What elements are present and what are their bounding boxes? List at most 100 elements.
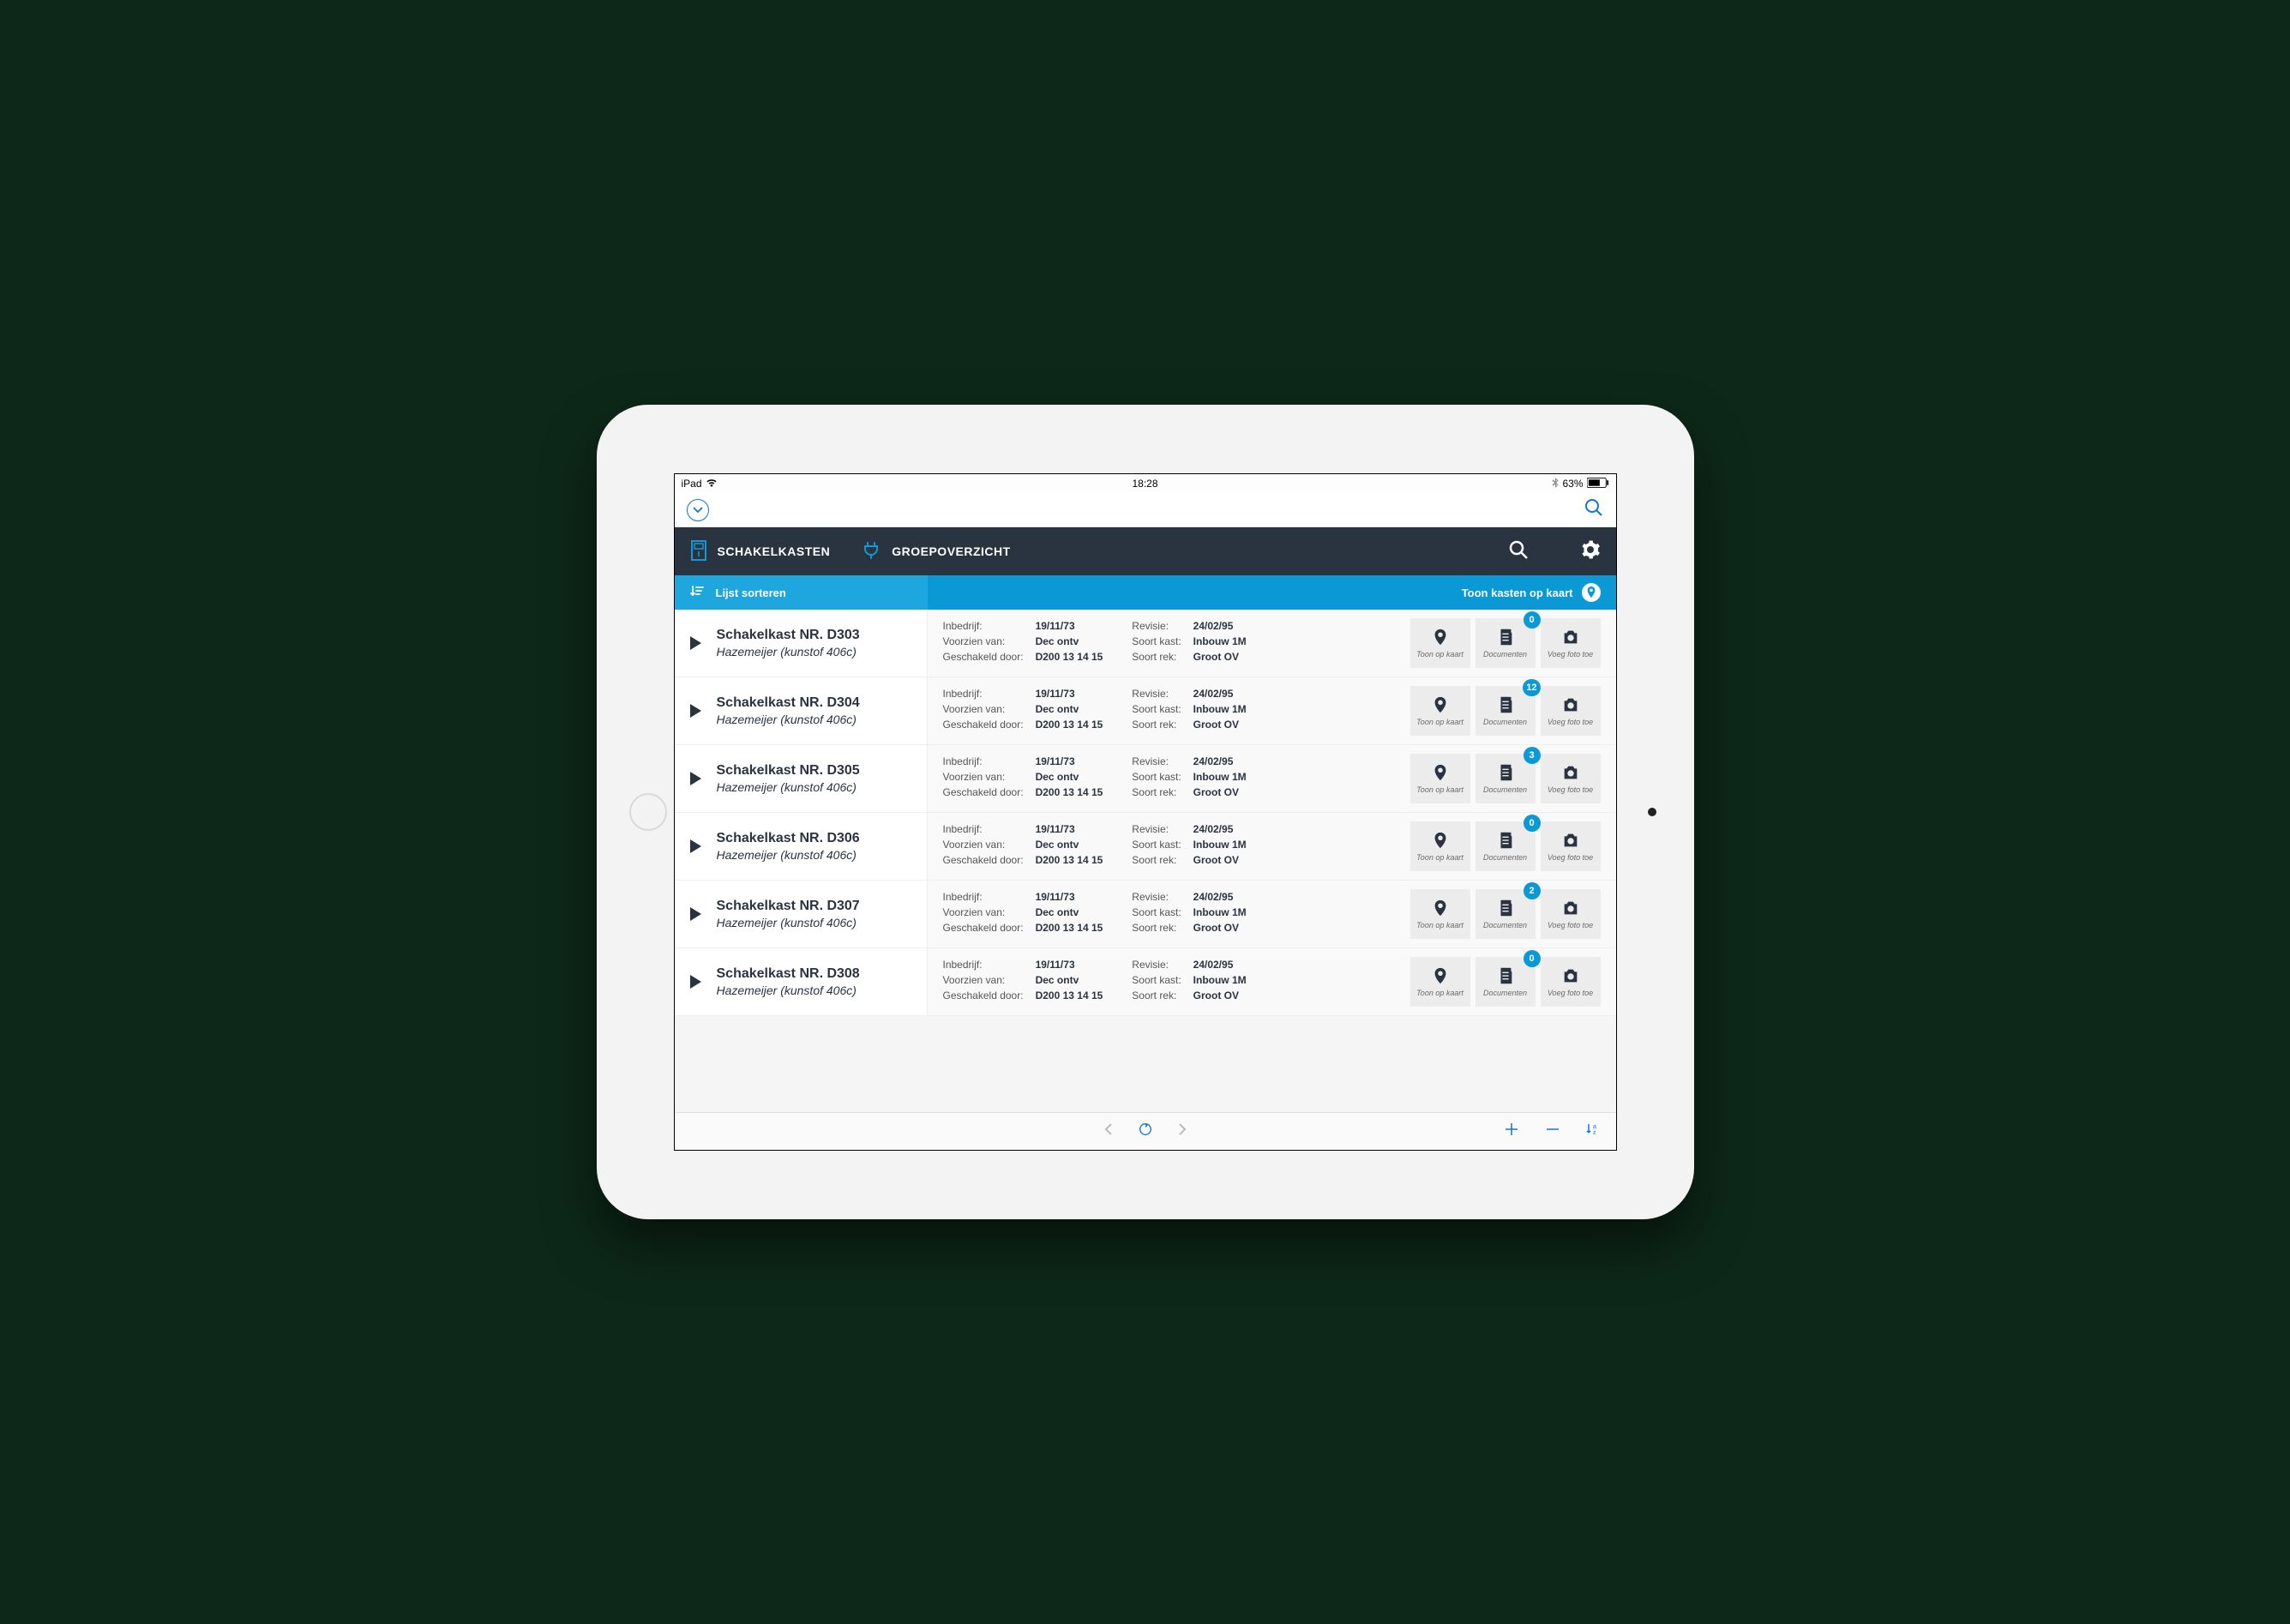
row-expand[interactable]: Schakelkast NR. D308 Hazemeijer (kunstof…: [675, 948, 928, 1015]
row-expand[interactable]: Schakelkast NR. D303 Hazemeijer (kunstof…: [675, 610, 928, 677]
header-search-button[interactable]: [1508, 539, 1529, 564]
label-inbedrijf: Inbedrijf:: [943, 620, 1024, 632]
play-icon: [690, 636, 701, 650]
label-geschakeld: Geschakeld door:: [943, 854, 1024, 866]
list-item: Schakelkast NR. D308 Hazemeijer (kunstof…: [675, 948, 1616, 1016]
play-icon: [690, 772, 701, 785]
tab-schakelkasten[interactable]: SCHAKELKASTEN: [690, 540, 831, 563]
sort-button[interactable]: Lijst sorteren: [675, 575, 928, 610]
tab-label: SCHAKELKASTEN: [718, 544, 831, 558]
label-soort-rek: Soort rek:: [1132, 989, 1181, 1001]
label-geschakeld: Geschakeld door:: [943, 786, 1024, 798]
app-header: SCHAKELKASTEN GROEPOVERZICHT: [675, 527, 1616, 575]
row-subtitle: Hazemeijer (kunstof 406c): [717, 916, 860, 929]
list-container[interactable]: Schakelkast NR. D303 Hazemeijer (kunstof…: [675, 610, 1616, 1112]
label-soort-rek: Soort rek:: [1132, 854, 1181, 866]
label-soort-rek: Soort rek:: [1132, 922, 1181, 934]
battery-text: 63%: [1562, 478, 1583, 490]
row-subtitle: Hazemeijer (kunstof 406c): [717, 645, 860, 659]
pin-icon: [1431, 966, 1450, 985]
label-soort-kast: Soort kast:: [1132, 974, 1181, 986]
documents-action[interactable]: Documenten 0: [1476, 618, 1536, 668]
pin-icon: [1431, 763, 1450, 782]
document-icon: [1496, 966, 1515, 985]
pin-icon: [1431, 831, 1450, 850]
play-icon: [690, 839, 701, 853]
add-button[interactable]: [1503, 1121, 1520, 1142]
status-time: 18:28: [1132, 478, 1157, 490]
row-actions: Toon op kaart Documenten 2 Voeg foto toe: [1410, 881, 1616, 947]
sort-az-button[interactable]: az: [1585, 1122, 1601, 1141]
document-icon: [1496, 628, 1515, 647]
show-on-map-action[interactable]: Toon op kaart: [1410, 686, 1470, 736]
add-photo-action[interactable]: Voeg foto toe: [1541, 618, 1601, 668]
document-icon: [1496, 899, 1515, 917]
show-on-map-action[interactable]: Toon op kaart: [1410, 957, 1470, 1007]
label-inbedrijf: Inbedrijf:: [943, 688, 1024, 700]
row-expand[interactable]: Schakelkast NR. D304 Hazemeijer (kunstof…: [675, 677, 928, 744]
label-soort-kast: Soort kast:: [1132, 839, 1181, 851]
add-photo-action[interactable]: Voeg foto toe: [1541, 957, 1601, 1007]
documents-action[interactable]: Documenten 0: [1476, 821, 1536, 871]
label-soort-kast: Soort kast:: [1132, 703, 1181, 715]
tab-label: GROEPOVERZICHT: [892, 544, 1010, 558]
row-details: Inbedrijf:19/11/73 Voorzien van:Dec ontv…: [928, 813, 1410, 880]
row-details: Inbedrijf:19/11/73 Voorzien van:Dec ontv…: [928, 610, 1410, 677]
label-geschakeld: Geschakeld door:: [943, 719, 1024, 731]
add-photo-action[interactable]: Voeg foto toe: [1541, 686, 1601, 736]
label-inbedrijf: Inbedrijf:: [943, 959, 1024, 971]
add-photo-action[interactable]: Voeg foto toe: [1541, 754, 1601, 803]
documents-action[interactable]: Documenten 2: [1476, 889, 1536, 939]
add-photo-action[interactable]: Voeg foto toe: [1541, 889, 1601, 939]
nav-back-button[interactable]: [1103, 1122, 1114, 1140]
label-inbedrijf: Inbedrijf:: [943, 755, 1024, 767]
nav-forward-button[interactable]: [1177, 1122, 1187, 1140]
row-subtitle: Hazemeijer (kunstof 406c): [717, 713, 860, 726]
pin-icon: [1431, 695, 1450, 714]
label-revisie: Revisie:: [1132, 959, 1181, 971]
refresh-button[interactable]: [1138, 1122, 1153, 1141]
label-voorzien: Voorzien van:: [943, 703, 1024, 715]
row-expand[interactable]: Schakelkast NR. D305 Hazemeijer (kunstof…: [675, 745, 928, 812]
row-subtitle: Hazemeijer (kunstof 406c): [717, 780, 860, 794]
label-soort-kast: Soort kast:: [1132, 906, 1181, 918]
ios-status-bar: iPad 18:28 63%: [675, 474, 1616, 493]
add-photo-action[interactable]: Voeg foto toe: [1541, 821, 1601, 871]
label-revisie: Revisie:: [1132, 823, 1181, 835]
label-voorzien: Voorzien van:: [943, 771, 1024, 783]
documents-action[interactable]: Documenten 12: [1476, 686, 1536, 736]
show-on-map-action[interactable]: Toon op kaart: [1410, 754, 1470, 803]
docs-badge: 12: [1523, 679, 1540, 696]
camera-icon: [1561, 966, 1580, 985]
search-button[interactable]: [1584, 497, 1604, 522]
docs-badge: 3: [1524, 747, 1541, 764]
show-on-map-action[interactable]: Toon op kaart: [1410, 821, 1470, 871]
documents-action[interactable]: Documenten 3: [1476, 754, 1536, 803]
battery-icon: [1587, 478, 1609, 490]
row-expand[interactable]: Schakelkast NR. D306 Hazemeijer (kunstof…: [675, 813, 928, 880]
show-on-map-button[interactable]: Toon kasten op kaart: [1446, 583, 1616, 602]
tab-groepoverzicht[interactable]: GROEPOVERZICHT: [861, 540, 1010, 563]
remove-button[interactable]: [1544, 1121, 1561, 1142]
sort-icon: [690, 585, 704, 601]
show-on-map-action[interactable]: Toon op kaart: [1410, 889, 1470, 939]
bluetooth-icon: [1552, 478, 1559, 490]
label-soort-kast: Soort kast:: [1132, 771, 1181, 783]
row-expand[interactable]: Schakelkast NR. D307 Hazemeijer (kunstof…: [675, 881, 928, 947]
home-button[interactable]: [629, 793, 667, 831]
label-inbedrijf: Inbedrijf:: [943, 891, 1024, 903]
play-icon: [690, 975, 701, 989]
expand-down-button[interactable]: [687, 499, 709, 521]
list-item: Schakelkast NR. D307 Hazemeijer (kunstof…: [675, 881, 1616, 948]
row-details: Inbedrijf:19/11/73 Voorzien van:Dec ontv…: [928, 948, 1410, 1015]
show-on-map-action[interactable]: Toon op kaart: [1410, 618, 1470, 668]
list-item: Schakelkast NR. D305 Hazemeijer (kunstof…: [675, 745, 1616, 813]
play-icon: [690, 907, 701, 921]
list-item: Schakelkast NR. D303 Hazemeijer (kunstof…: [675, 610, 1616, 677]
camera-icon: [1561, 628, 1580, 647]
browser-toolbar: [675, 493, 1616, 527]
cabinet-icon: [690, 540, 707, 563]
settings-button[interactable]: [1580, 539, 1601, 564]
documents-action[interactable]: Documenten 0: [1476, 957, 1536, 1007]
row-title: Schakelkast NR. D305: [717, 763, 860, 779]
